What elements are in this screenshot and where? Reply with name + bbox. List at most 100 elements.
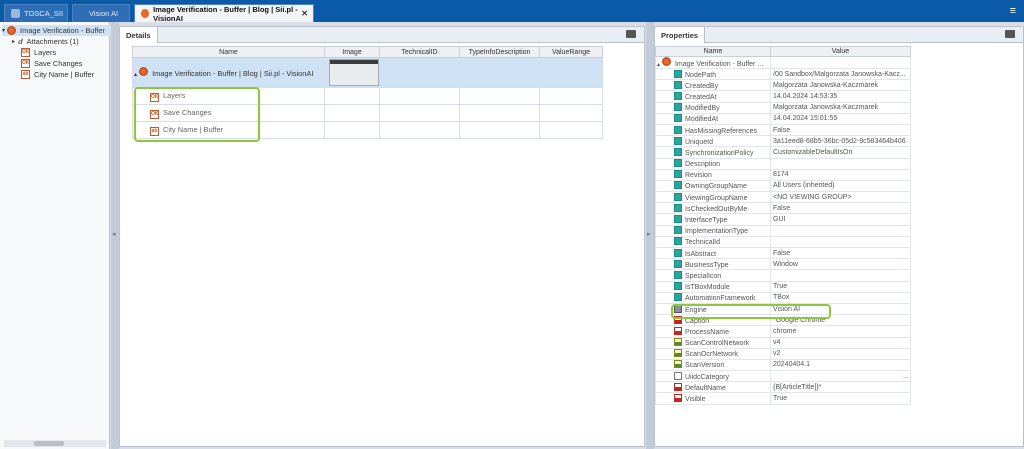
value-cell[interactable] bbox=[770, 269, 911, 282]
name-cell[interactable]: CreatedBy bbox=[655, 79, 771, 92]
name-cell[interactable]: ScanVersion bbox=[655, 358, 771, 372]
caret-right-icon[interactable]: ▸ bbox=[12, 38, 15, 45]
name-cell[interactable]: HasMissingReferences bbox=[655, 123, 771, 137]
property-row[interactable]: UiidcCategory bbox=[655, 370, 911, 383]
column-header[interactable]: ValueRange bbox=[539, 46, 603, 58]
value-cell[interactable]: 14.04.2024 15:01:55 bbox=[770, 112, 911, 125]
value-cell[interactable]: /00 Sandbox/Malgorzata Janowska-Kacz... bbox=[770, 67, 911, 81]
collapse-right-icon[interactable]: ▸ bbox=[647, 230, 651, 238]
name-cell[interactable]: TechnicalId bbox=[655, 235, 771, 249]
property-root-row[interactable]: ▴ Image Verification - Buffer ... bbox=[655, 56, 911, 69]
image-cell[interactable] bbox=[324, 104, 380, 122]
tree-root[interactable]: ▾ Image Verification - Buffer bbox=[2, 25, 110, 36]
print-icon[interactable] bbox=[626, 30, 636, 38]
typeinfo-cell[interactable] bbox=[459, 87, 540, 105]
name-cell[interactable]: SynchronizationPolicy bbox=[655, 146, 771, 159]
property-row[interactable]: NodePath/00 Sandbox/Malgorzata Janowska-… bbox=[655, 67, 911, 81]
value-cell[interactable]: TBox bbox=[770, 291, 911, 304]
caret-down-icon[interactable]: ▾ bbox=[2, 27, 5, 34]
name-cell[interactable]: ViewingGroupName bbox=[655, 191, 771, 204]
column-header[interactable]: Image bbox=[324, 46, 380, 58]
property-row[interactable]: Visible True bbox=[655, 392, 911, 405]
value-cell[interactable] bbox=[770, 157, 911, 170]
value-cell[interactable] bbox=[770, 235, 911, 249]
name-cell[interactable]: ▴ Image Verification - Buffer ... bbox=[655, 56, 771, 69]
typeinfo-cell[interactable] bbox=[459, 57, 540, 88]
value-cell[interactable]: Window bbox=[770, 258, 911, 271]
technicalid-cell[interactable] bbox=[379, 87, 460, 105]
name-cell[interactable]: ▴ Image Verification - Buffer | Blog | S… bbox=[132, 57, 325, 88]
name-cell[interactable]: SpecialIcon bbox=[655, 269, 771, 282]
name-cell[interactable]: DefaultName bbox=[655, 381, 771, 394]
column-header[interactable]: TechnicalID bbox=[379, 46, 460, 58]
name-cell[interactable]: IsAbstract bbox=[655, 246, 771, 260]
image-cell[interactable] bbox=[324, 121, 380, 139]
technicalid-cell[interactable] bbox=[379, 104, 460, 122]
column-header[interactable]: TypeInfoDescription bbox=[459, 46, 540, 58]
property-row[interactable]: CreatedBy Malgorzata Janowska-Kaczmarek bbox=[655, 79, 911, 92]
name-cell[interactable]: AutomationFramework bbox=[655, 291, 771, 304]
name-cell[interactable]: OwningGroupName bbox=[655, 179, 771, 193]
name-cell[interactable]: ModifiedBy bbox=[655, 101, 771, 114]
name-cell[interactable]: InterfaceType bbox=[655, 213, 771, 226]
more-button[interactable]: ... bbox=[903, 373, 909, 380]
property-row[interactable]: SynchronizationPolicy CustomizableDefault… bbox=[655, 146, 911, 159]
tab-image-verification[interactable]: Image Verification - Buffer | Blog | Sii… bbox=[134, 4, 314, 23]
tab-vision-ai[interactable]: Vision AI bbox=[72, 4, 130, 22]
tree-item-attachments[interactable]: ▸ 𝒅 Attachments (1) bbox=[12, 36, 79, 47]
tab-details[interactable]: Details bbox=[120, 27, 158, 43]
property-row[interactable]: ScanVersion 20240404.1 bbox=[655, 358, 911, 372]
property-row[interactable]: InterfaceType GUI bbox=[655, 213, 911, 226]
name-cell[interactable]: ModifiedAt bbox=[655, 112, 771, 125]
value-cell[interactable]: 8174 bbox=[770, 168, 911, 181]
value-cell[interactable]: All Users (inherited) bbox=[770, 179, 911, 193]
caret-down-icon[interactable]: ▴ bbox=[134, 72, 137, 78]
tree-item-city-name[interactable]: ab City Name | Buffer bbox=[21, 69, 94, 80]
name-cell[interactable]: UniqueId bbox=[655, 135, 771, 148]
valuerange-cell[interactable] bbox=[539, 104, 603, 122]
left-splitter[interactable]: ◂ bbox=[111, 22, 119, 449]
value-cell[interactable]: 14.04.2024 14:53:35 bbox=[770, 90, 911, 103]
screenshot-thumbnail[interactable] bbox=[329, 59, 379, 86]
property-row[interactable]: Revision 8174 bbox=[655, 168, 911, 181]
value-cell[interactable] bbox=[770, 370, 911, 383]
property-row[interactable]: ProcessName chrome bbox=[655, 325, 911, 338]
property-row[interactable]: ViewingGroupName <NO VIEWING GROUP> bbox=[655, 191, 911, 204]
name-cell[interactable]: IsTBoxModule bbox=[655, 280, 771, 293]
name-cell[interactable]: IsCheckedOutByMe bbox=[655, 202, 771, 215]
value-cell[interactable]: 3a11eed8-68b5-36bc-05d2-9c583464b406 bbox=[770, 135, 911, 148]
property-row[interactable]: UniqueId 3a11eed8-68b5-36bc-05d2-9c583464… bbox=[655, 135, 911, 148]
property-row[interactable]: ModifiedAt 14.04.2024 15:01:55 bbox=[655, 112, 911, 125]
property-row[interactable]: ScanOcrNetwork v2 bbox=[655, 347, 911, 360]
image-cell[interactable] bbox=[324, 57, 380, 88]
property-row[interactable]: IsCheckedOutByMe False bbox=[655, 202, 911, 215]
name-cell[interactable]: BusinessType bbox=[655, 258, 771, 271]
column-header[interactable]: Name bbox=[132, 46, 325, 58]
value-cell[interactable]: 20240404.1 bbox=[770, 358, 911, 372]
tree-item-save-changes[interactable]: OK Save Changes bbox=[21, 58, 82, 69]
value-cell[interactable] bbox=[770, 224, 911, 237]
name-cell[interactable]: Revision bbox=[655, 168, 771, 181]
valuerange-cell[interactable] bbox=[539, 121, 603, 139]
property-row[interactable]: AutomationFramework TBox bbox=[655, 291, 911, 304]
value-cell[interactable]: {B[ArticleTitle]}* bbox=[770, 381, 911, 394]
value-cell[interactable]: GUI bbox=[770, 213, 911, 226]
tree-item-layers[interactable]: OK Layers bbox=[21, 47, 56, 58]
technicalid-cell[interactable] bbox=[379, 121, 460, 139]
property-row[interactable]: BusinessType Window bbox=[655, 258, 911, 271]
name-cell[interactable]: ScanOcrNetwork bbox=[655, 347, 771, 360]
property-row[interactable]: IsAbstract False bbox=[655, 246, 911, 260]
property-row[interactable]: ImplementationType bbox=[655, 224, 911, 237]
name-cell[interactable]: ProcessName bbox=[655, 325, 771, 338]
value-cell[interactable]: Malgorzata Janowska-Kaczmarek bbox=[770, 79, 911, 92]
tab-tosca-sii[interactable]: TOSCA_SII bbox=[4, 4, 68, 22]
name-cell[interactable]: ImplementationType bbox=[655, 224, 771, 237]
scroll-thumb[interactable] bbox=[34, 441, 64, 446]
value-cell[interactable]: v4 bbox=[770, 336, 911, 349]
value-cell[interactable]: v2 bbox=[770, 347, 911, 360]
typeinfo-cell[interactable] bbox=[459, 104, 540, 122]
property-row[interactable]: ModifiedBy Malgorzata Janowska-Kaczmarek bbox=[655, 101, 911, 114]
value-cell[interactable]: <NO VIEWING GROUP> bbox=[770, 191, 911, 204]
property-row[interactable]: Description bbox=[655, 157, 911, 170]
name-cell[interactable]: CreatedAt bbox=[655, 90, 771, 103]
